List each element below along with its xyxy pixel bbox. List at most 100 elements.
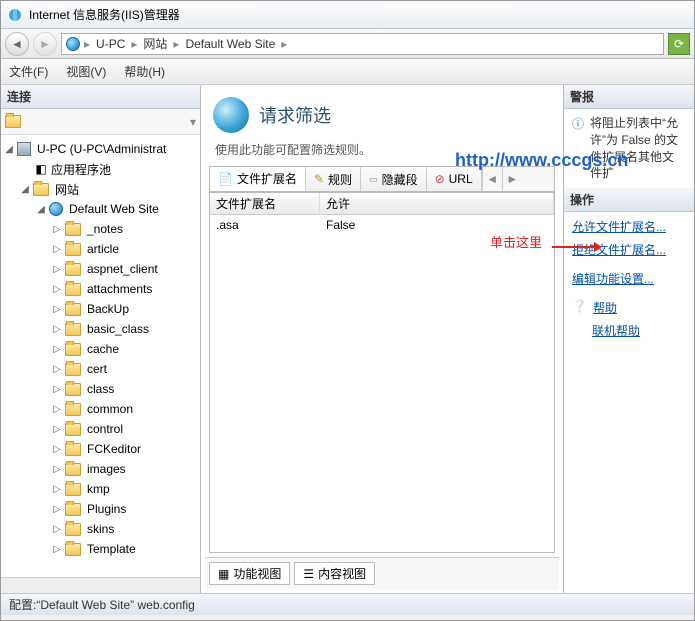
server-icon <box>17 142 31 156</box>
list-icon: ☰ <box>303 567 314 581</box>
app-icon <box>7 7 23 23</box>
actions-header: 操作 <box>564 188 694 212</box>
tab-rules[interactable]: ✎规则 <box>306 167 361 191</box>
tree-folder[interactable]: ▷ cert <box>1 359 200 379</box>
chevron-right-icon: ▸ <box>281 37 287 51</box>
online-help-link[interactable]: 联机帮助 <box>592 322 686 339</box>
expand-icon[interactable]: ▷ <box>51 264 63 275</box>
tab-file-extensions[interactable]: 📄文件扩展名 <box>210 167 306 191</box>
tree-folder[interactable]: ▷ aspnet_client <box>1 259 200 279</box>
tree-folder[interactable]: ▷BackUp <box>1 299 200 319</box>
connections-tree[interactable]: ◢ U-PC (U-PC\Administrat ◧应用程序池 ◢ 网站 ◢ Defa… <box>1 135 200 577</box>
tree-sites[interactable]: 网站 <box>55 181 79 198</box>
globe-icon <box>66 37 80 51</box>
alert-text: 将阻止列表中“允许”为 False 的文件扩展名其他文件扩 <box>590 115 686 182</box>
expand-icon[interactable]: ▷ <box>51 524 63 535</box>
folder-icon <box>65 323 81 336</box>
tree-server[interactable]: U-PC (U-PC\Administrat <box>37 142 166 156</box>
tree-folder[interactable]: ▷ basic_class <box>1 319 200 339</box>
tree-folder[interactable]: ▷ kmp <box>1 479 200 499</box>
deny-extension-link[interactable]: 拒绝文件扩展名... <box>572 241 686 258</box>
folder-icon <box>65 383 81 396</box>
tab-scroll-right[interactable]: ► <box>502 167 522 191</box>
tree-folder[interactable]: ▷article <box>1 239 200 259</box>
segment-icon: ▭ <box>369 174 378 185</box>
help-icon: ❔ <box>572 299 587 316</box>
nav-forward-button: ► <box>33 32 57 56</box>
tree-apppool[interactable]: 应用程序池 <box>51 161 111 178</box>
tree-folder[interactable]: ▷skins <box>1 519 200 539</box>
features-view-tab[interactable]: ▦功能视图 <box>209 562 290 585</box>
globe-icon <box>49 202 63 216</box>
tree-folder[interactable]: ▷images <box>1 459 200 479</box>
chevron-right-icon: ▸ <box>131 37 137 51</box>
expand-icon[interactable]: ▷ <box>51 384 63 395</box>
menu-view[interactable]: 视图(V) <box>66 63 106 80</box>
tree-folder[interactable]: ▷FCKeditor <box>1 439 200 459</box>
table-row[interactable]: .asa False <box>210 215 554 235</box>
tab-url[interactable]: ⊘URL <box>427 167 482 191</box>
folder-icon <box>65 443 81 456</box>
col-allow[interactable]: 允许 <box>320 193 554 214</box>
alerts-header: 警报 <box>564 85 694 109</box>
tab-hidden-segments[interactable]: ▭隐藏段 <box>361 167 427 191</box>
crumb-sites[interactable]: 网站 <box>141 35 169 52</box>
expand-icon[interactable]: ▷ <box>51 324 63 335</box>
content-view-tab[interactable]: ☰内容视图 <box>294 562 375 585</box>
expand-icon[interactable]: ▷ <box>51 244 63 255</box>
folder-icon <box>65 223 81 236</box>
edit-feature-settings-link[interactable]: 编辑功能设置... <box>572 270 686 287</box>
nav-back-button[interactable]: ◄ <box>5 32 29 56</box>
expand-icon[interactable]: ▷ <box>51 464 63 475</box>
menu-file[interactable]: 文件(F) <box>9 63 48 80</box>
url-icon: ⊘ <box>435 172 445 186</box>
tree-folder-label: kmp <box>87 482 110 496</box>
scrollbar-h[interactable] <box>1 577 200 593</box>
tree-folder[interactable]: ▷cache <box>1 339 200 359</box>
tree-folder[interactable]: ▷control <box>1 419 200 439</box>
folder-icon <box>65 423 81 436</box>
crumb-site[interactable]: Default Web Site <box>183 37 277 51</box>
expand-icon[interactable]: ▷ <box>51 224 63 235</box>
tree-folder[interactable]: ▷Plugins <box>1 499 200 519</box>
tree-folder[interactable]: ▷attachments <box>1 279 200 299</box>
expand-icon[interactable]: ▷ <box>51 304 63 315</box>
chevron-right-icon: ▸ <box>84 37 90 51</box>
expand-icon[interactable]: ▷ <box>51 444 63 455</box>
tree-folder-label: basic_class <box>87 322 149 336</box>
help-link[interactable]: 帮助 <box>593 299 617 316</box>
refresh-button[interactable]: ⟳ <box>668 33 690 55</box>
extensions-grid[interactable]: 文件扩展名 允许 .asa False <box>209 192 555 553</box>
tree-folder[interactable]: ▷common <box>1 399 200 419</box>
folder-icon <box>65 523 81 536</box>
collapse-icon[interactable]: ◢ <box>35 204 47 215</box>
tab-scroll-left[interactable]: ◄ <box>482 167 502 191</box>
expand-icon[interactable]: ▷ <box>51 364 63 375</box>
expand-icon[interactable]: ▷ <box>51 424 63 435</box>
menu-help[interactable]: 帮助(H) <box>124 63 165 80</box>
chevron-right-icon: ▸ <box>173 37 179 51</box>
collapse-icon[interactable]: ◢ <box>19 184 31 195</box>
folder-open-icon[interactable] <box>5 114 21 130</box>
address-bar[interactable]: ▸ U-PC ▸ 网站 ▸ Default Web Site ▸ <box>61 33 664 55</box>
apppool-icon: ◧ <box>33 161 49 177</box>
tree-folder[interactable]: ▷Template <box>1 539 200 559</box>
expand-icon[interactable]: ▷ <box>51 404 63 415</box>
tree-folder[interactable]: ▷class <box>1 379 200 399</box>
expand-icon[interactable]: ▷ <box>51 504 63 515</box>
feature-icon <box>213 97 249 133</box>
tree-folder-label: cert <box>87 362 107 376</box>
allow-extension-link[interactable]: 允许文件扩展名... <box>572 218 686 235</box>
collapse-icon[interactable]: ◢ <box>3 144 15 155</box>
tree-folder-label: aspnet_client <box>87 262 158 276</box>
col-extension[interactable]: 文件扩展名 <box>210 193 320 214</box>
tree-default-site[interactable]: Default Web Site <box>69 202 159 216</box>
toolbar-more-icon[interactable]: ▾ <box>190 115 196 129</box>
crumb-root[interactable]: U-PC <box>94 37 127 51</box>
file-icon: 📄 <box>218 172 233 186</box>
expand-icon[interactable]: ▷ <box>51 484 63 495</box>
tree-folder[interactable]: ▷_notes <box>1 219 200 239</box>
expand-icon[interactable]: ▷ <box>51 344 63 355</box>
expand-icon[interactable]: ▷ <box>51 544 63 555</box>
expand-icon[interactable]: ▷ <box>51 284 63 295</box>
